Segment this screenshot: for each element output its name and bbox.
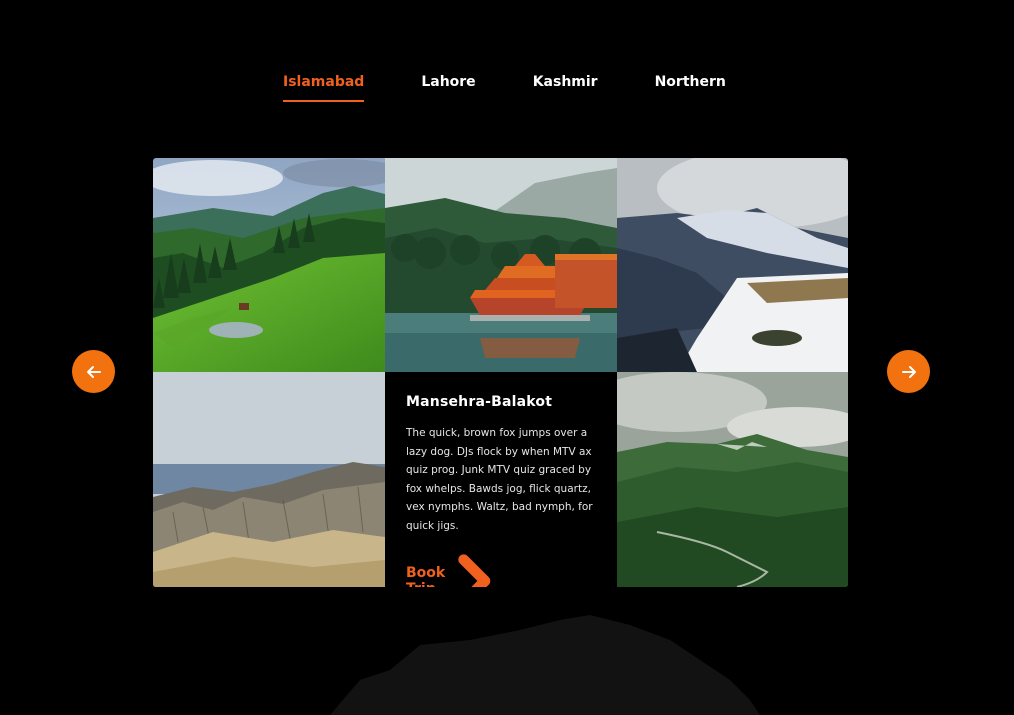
destination-gallery: Mansehra-Balakot The quick, brown fox ju… [153,158,848,587]
prev-button[interactable] [72,350,115,393]
tab-lahore[interactable]: Lahore [421,74,475,102]
book-trip-label: Book Trip [406,564,446,587]
image-snowy-mountains[interactable] [617,158,848,372]
tab-islamabad[interactable]: Islamabad [283,74,365,102]
background-mountain-silhouette [330,615,760,715]
image-green-meadow[interactable] [153,158,385,372]
image-desert-ridges[interactable] [153,372,385,587]
book-trip-button[interactable]: Book Trip [406,549,496,587]
feature-description: The quick, brown fox jumps over a lazy d… [406,427,593,532]
chevron-right-icon [458,554,491,587]
arrow-right-icon [901,365,916,378]
tab-kashmir[interactable]: Kashmir [533,74,598,102]
feature-card: Mansehra-Balakot The quick, brown fox ju… [385,372,617,587]
next-button[interactable] [887,350,930,393]
tab-northern[interactable]: Northern [655,74,726,102]
image-lake-pagoda[interactable] [385,158,617,372]
destination-tabs: Islamabad Lahore Kashmir Northern [283,74,726,102]
arrow-left-icon [86,365,101,378]
feature-title: Mansehra-Balakot [406,394,553,410]
image-green-valley[interactable] [617,372,848,587]
